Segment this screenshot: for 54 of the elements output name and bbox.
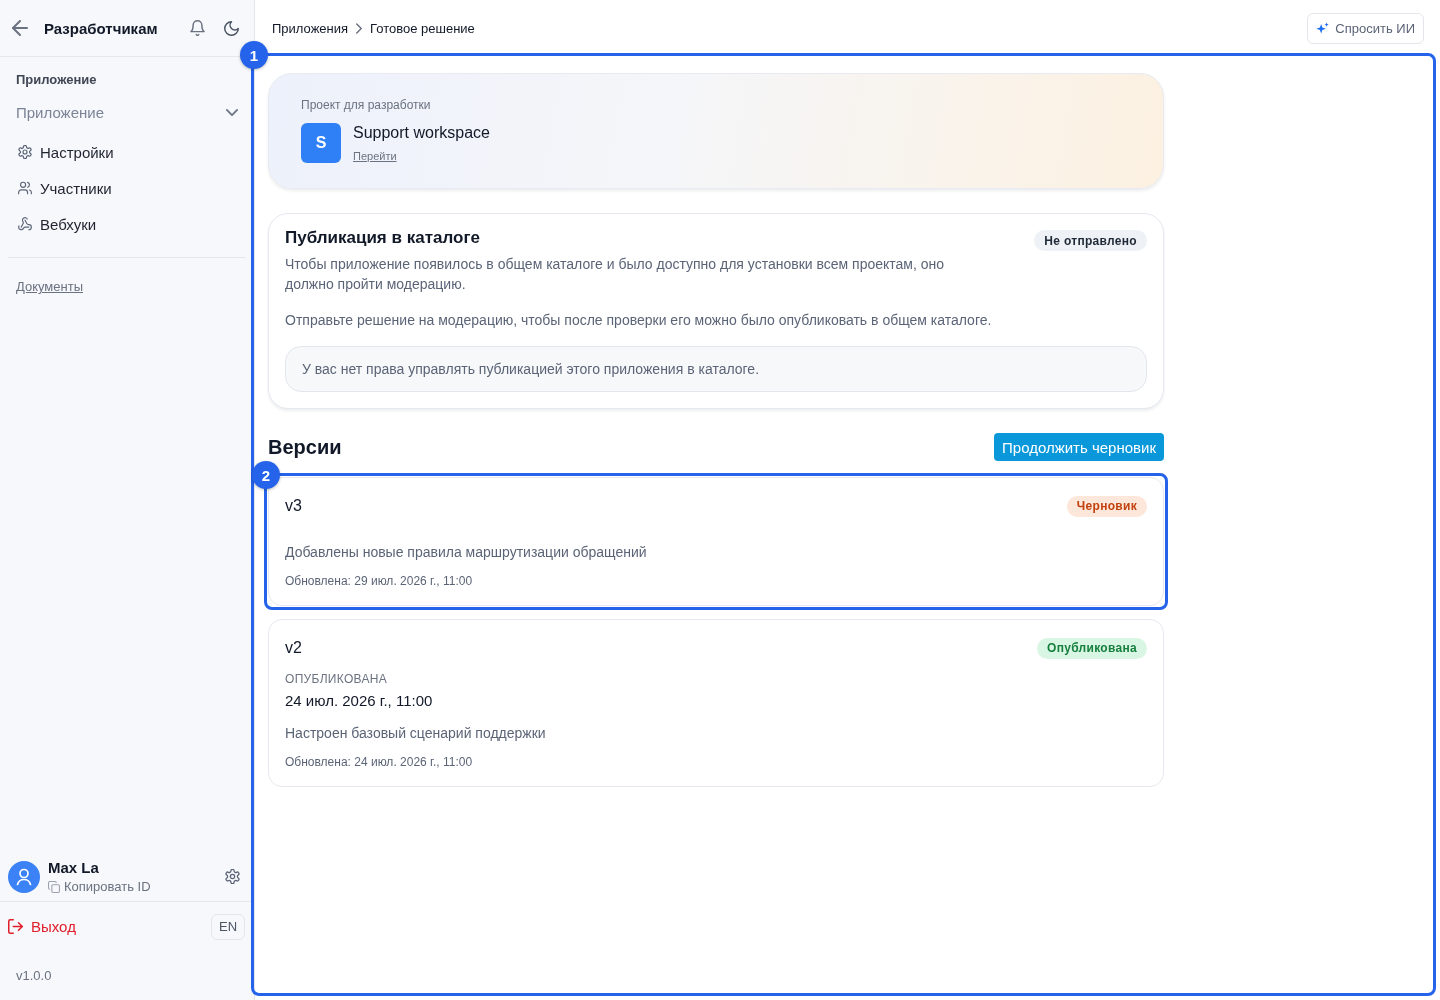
version-description: Настроен базовый сценарий поддержки: [285, 724, 547, 743]
version-name: v3: [285, 497, 302, 515]
sidebar-nav-item[interactable]: Настройки: [8, 134, 246, 170]
theme-toggle-button[interactable]: [221, 18, 241, 38]
project-open-link[interactable]: Перейти: [353, 149, 397, 163]
permission-notice: У вас нет права управлять публикацией этого приложения в каталоге.: [285, 346, 1147, 392]
step-badge: 1: [240, 41, 268, 69]
card-title: Публикация в каталоге: [285, 227, 481, 249]
status-badge: Черновик: [1066, 495, 1147, 517]
copy-icon: [48, 880, 60, 893]
project-avatar: S: [301, 123, 341, 163]
breadcrumb-link[interactable]: Приложения: [272, 20, 349, 36]
status-badge: Опубликована: [1037, 637, 1147, 659]
ask-ai-button[interactable]: Спросить ИИ: [1307, 12, 1424, 44]
settings-icon: [224, 869, 240, 884]
logout-button[interactable]: Выход: [8, 918, 76, 935]
avatar-icon: [8, 860, 40, 893]
card-description: Чтобы приложение появилось в общем каталоге и было доступно для установки всем проектам, оно должно пройти модерацию.: [285, 255, 946, 294]
webhook-icon: [18, 217, 32, 231]
section-heading: Версии: [268, 435, 342, 459]
sidebar-nav-item[interactable]: Вебхуки: [8, 206, 246, 242]
published-label: ОПУБЛИКОВАНА: [285, 671, 389, 687]
chevron-down-icon: [226, 108, 238, 116]
published-date: 24 июл. 2026 г., 11:00: [285, 691, 434, 711]
project-label: Проект для разработки: [301, 97, 432, 113]
status-badge: Не отправлено: [1034, 230, 1147, 251]
version-description: Добавлены новые правила маршрутизации обращений: [285, 543, 648, 562]
app-select[interactable]: Приложение: [8, 96, 246, 128]
bell-icon: [189, 20, 205, 36]
sparkle-icon: [1316, 22, 1330, 34]
version-updated: Обновлена: 29 июл. 2026 г., 11:00: [285, 573, 474, 589]
sidebar-nav-item[interactable]: Участники: [8, 170, 246, 206]
copy-id-button[interactable]: Копировать ID: [48, 878, 222, 895]
version-name: v2: [285, 639, 302, 657]
section-label: Приложение: [15, 72, 98, 88]
breadcrumb-current: Готовое решение: [370, 20, 475, 36]
project-name: Support workspace: [353, 123, 490, 143]
card-hint: Отправьте решение на модерацию, чтобы после проверки его можно было опубликовать в общем каталоге.: [285, 311, 993, 330]
app-version: v1.0.0: [16, 968, 52, 983]
settings-icon: [18, 145, 32, 159]
user-settings-button[interactable]: [222, 866, 242, 887]
language-button[interactable]: EN: [211, 913, 245, 940]
chevron-right-icon: [356, 22, 363, 34]
step-badge: 2: [252, 461, 280, 489]
continue-draft-button[interactable]: Продолжить черновик: [994, 433, 1164, 461]
logout-icon: [8, 919, 23, 934]
version-updated: Обновлена: 24 июл. 2026 г., 11:00: [285, 754, 474, 770]
docs-link[interactable]: Документы: [16, 279, 83, 295]
notifications-button[interactable]: [187, 18, 207, 38]
user-name: Max La: [48, 858, 100, 877]
moon-icon: [223, 20, 239, 36]
back-button[interactable]: [10, 18, 30, 38]
sidebar-title: Разработчикам: [44, 19, 159, 37]
users-icon: [18, 181, 32, 195]
